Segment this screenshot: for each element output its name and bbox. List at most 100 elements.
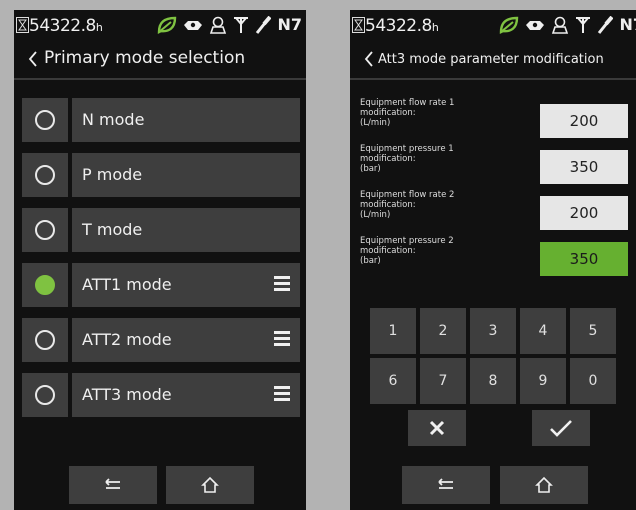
key-6[interactable]: 6	[370, 358, 416, 404]
radio-cell	[22, 373, 68, 417]
radio-cell	[22, 153, 68, 197]
title-bar: Att3 mode parameter modification	[350, 44, 636, 74]
key-3[interactable]: 3	[470, 308, 516, 354]
param-unit: (bar)	[360, 164, 381, 174]
param-value-flow-2[interactable]: 200	[540, 196, 628, 230]
hour-meter-value: 54322.8	[365, 16, 432, 36]
param-value-flow-1[interactable]: 200	[540, 104, 628, 138]
status-bar: 54322.8h N7	[350, 10, 636, 40]
mode-radio-selected[interactable]	[35, 275, 55, 295]
status-icons: N7	[499, 15, 636, 34]
back-button[interactable]	[69, 466, 157, 504]
title-divider	[350, 78, 636, 80]
title-divider	[14, 78, 306, 80]
mode-label: ATT1 mode	[82, 275, 172, 294]
primary-mode-screen: 54322.8h N7 Primary mode selection N mod…	[14, 10, 306, 510]
antenna-icon	[234, 16, 249, 33]
hourglass-icon	[16, 17, 29, 33]
param-label-line: Equipment pressure 1	[360, 144, 454, 154]
label-cell[interactable]: N mode	[72, 98, 300, 142]
hourglass-icon	[352, 17, 365, 33]
param-label-line: Equipment pressure 2	[360, 236, 454, 246]
key-8[interactable]: 8	[470, 358, 516, 404]
mode-row-n[interactable]: N mode	[22, 98, 300, 142]
label-cell[interactable]: ATT3 mode	[72, 373, 300, 417]
param-label-line: modification:	[360, 200, 416, 210]
operator-icon	[552, 16, 569, 34]
label-cell[interactable]: ATT2 mode	[72, 318, 300, 362]
key-2[interactable]: 2	[420, 308, 466, 354]
menu-icon[interactable]	[274, 331, 290, 349]
eco-leaf-icon	[158, 16, 177, 34]
radio-cell	[22, 318, 68, 362]
engine-icon	[526, 20, 545, 30]
home-icon	[201, 476, 219, 493]
label-cell[interactable]: ATT1 mode	[72, 263, 300, 307]
radio-cell	[22, 98, 68, 142]
hour-meter-value: 54322.8	[29, 16, 96, 36]
mode-label: P mode	[82, 165, 143, 184]
param-label-line: Equipment flow rate 2	[360, 190, 455, 200]
hour-meter-unit: h	[95, 21, 103, 34]
wrench-icon	[598, 15, 614, 34]
home-button[interactable]	[500, 466, 588, 504]
title-bar: Primary mode selection	[14, 44, 306, 74]
eco-leaf-icon	[500, 16, 519, 34]
key-5[interactable]: 5	[570, 308, 616, 354]
label-cell[interactable]: T mode	[72, 208, 300, 252]
param-label-pressure-2: Equipment pressure 2 modification: (bar)	[360, 236, 510, 266]
chevron-left-icon[interactable]	[364, 50, 374, 68]
mode-label: ATT2 mode	[82, 330, 172, 349]
key-0[interactable]: 0	[570, 358, 616, 404]
mode-row-t[interactable]: T mode	[22, 208, 300, 252]
label-cell[interactable]: P mode	[72, 153, 300, 197]
mode-radio[interactable]	[35, 110, 55, 130]
key-7[interactable]: 7	[420, 358, 466, 404]
confirm-button[interactable]	[532, 410, 590, 446]
home-button[interactable]	[166, 466, 254, 504]
menu-icon[interactable]	[274, 276, 290, 294]
operator-icon	[210, 16, 227, 34]
param-label-line: Equipment flow rate 1	[360, 98, 455, 108]
mode-radio[interactable]	[35, 330, 55, 350]
mode-radio[interactable]	[35, 165, 55, 185]
param-label-line: modification:	[360, 154, 416, 164]
param-label-line: modification:	[360, 246, 416, 256]
status-bar: 54322.8h N7	[14, 10, 306, 40]
mode-label: T mode	[82, 220, 143, 239]
confirm-icon	[550, 420, 572, 437]
param-label-pressure-1: Equipment pressure 1 modification: (bar)	[360, 144, 510, 174]
param-value-pressure-1[interactable]: 350	[540, 150, 628, 184]
hour-meter: 54322.8h	[352, 16, 439, 36]
key-9[interactable]: 9	[520, 358, 566, 404]
param-unit: (bar)	[360, 256, 381, 266]
param-label-flow-1: Equipment flow rate 1 modification: (L/m…	[360, 98, 510, 128]
gear-indicator: N7	[619, 15, 636, 34]
key-1[interactable]: 1	[370, 308, 416, 354]
hour-meter: 54322.8h	[16, 16, 103, 36]
mode-radio[interactable]	[35, 220, 55, 240]
gear-indicator: N7	[277, 15, 302, 34]
mode-label: ATT3 mode	[82, 385, 172, 404]
mode-row-p[interactable]: P mode	[22, 153, 300, 197]
param-unit: (L/min)	[360, 210, 391, 220]
key-4[interactable]: 4	[520, 308, 566, 354]
status-icons: N7	[157, 15, 302, 34]
mode-row-att2[interactable]: ATT2 mode	[22, 318, 300, 362]
param-value-pressure-2[interactable]: 350	[540, 242, 628, 276]
mode-row-att1[interactable]: ATT1 mode	[22, 263, 300, 307]
chevron-left-icon[interactable]	[28, 50, 38, 68]
mode-row-att3[interactable]: ATT3 mode	[22, 373, 300, 417]
hour-meter-unit: h	[431, 21, 439, 34]
mode-radio[interactable]	[35, 385, 55, 405]
cancel-icon	[429, 420, 445, 436]
parameter-modification-screen: 54322.8h N7 Att3 mode parameter modifica…	[350, 10, 636, 510]
home-icon	[535, 476, 553, 493]
mode-label: N mode	[82, 110, 145, 129]
antenna-icon	[576, 16, 591, 33]
back-button[interactable]	[402, 466, 490, 504]
radio-cell	[22, 263, 68, 307]
menu-icon[interactable]	[274, 386, 290, 404]
cancel-button[interactable]	[408, 410, 466, 446]
page-title: Primary mode selection	[44, 48, 246, 68]
